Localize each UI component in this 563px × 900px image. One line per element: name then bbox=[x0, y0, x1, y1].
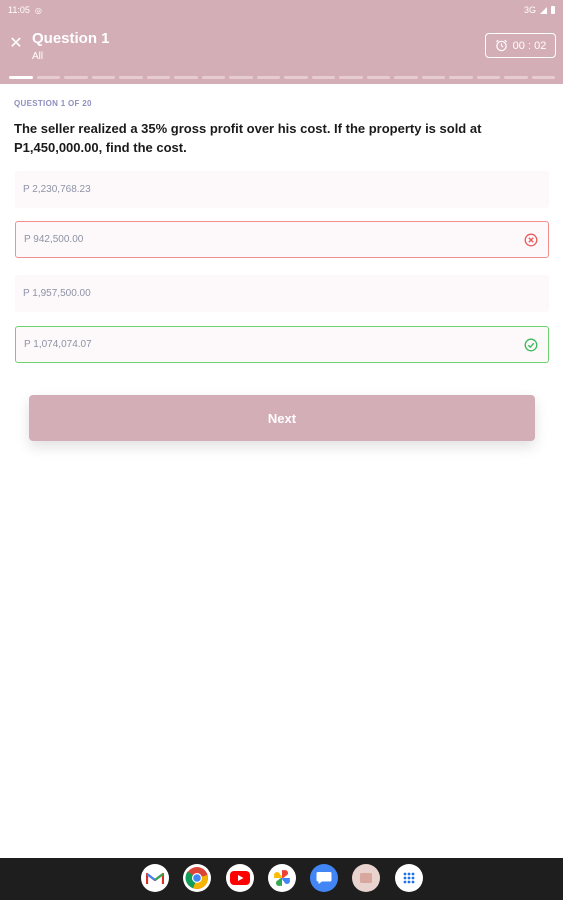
progress-segment bbox=[256, 76, 280, 79]
gmail-icon[interactable] bbox=[141, 864, 169, 892]
answer-option-label: P 942,500.00 bbox=[24, 234, 84, 245]
progress-segment bbox=[476, 76, 500, 79]
answer-option-1[interactable]: P 2,230,768.23 bbox=[15, 171, 549, 208]
system-dock bbox=[0, 858, 563, 900]
youtube-icon[interactable] bbox=[226, 864, 254, 892]
progress-segment bbox=[504, 76, 528, 79]
progress-segment bbox=[284, 76, 308, 79]
page-title: Question 1 bbox=[32, 30, 110, 47]
signal-icon bbox=[540, 6, 547, 14]
answer-option-3[interactable]: P 1,957,500.00 bbox=[15, 275, 549, 312]
messages-icon[interactable] bbox=[310, 864, 338, 892]
progress-segment bbox=[229, 76, 253, 79]
notification-icon: ◎ bbox=[34, 5, 42, 15]
progress-segment bbox=[449, 76, 473, 79]
battery-icon bbox=[551, 6, 555, 14]
answer-option-2[interactable]: P 942,500.00 bbox=[15, 221, 549, 258]
status-time: 11:05 bbox=[8, 5, 30, 15]
progress-segment bbox=[174, 76, 198, 79]
app-bar: ✕ Question 1 All 00 : 02 bbox=[0, 20, 563, 84]
question-text: The seller realized a 35% gross profit o… bbox=[14, 121, 482, 155]
progress-segment bbox=[366, 76, 390, 79]
progress-segment bbox=[91, 76, 115, 79]
close-icon[interactable]: ✕ bbox=[8, 35, 24, 53]
progress-segment bbox=[394, 76, 418, 79]
chrome-icon[interactable] bbox=[183, 864, 211, 892]
next-button[interactable]: Next bbox=[29, 395, 535, 441]
answer-option-label: P 1,957,500.00 bbox=[23, 288, 91, 299]
progress-segment bbox=[9, 76, 33, 79]
progress-segment bbox=[119, 76, 143, 79]
progress-segment bbox=[201, 76, 225, 79]
correct-answer-icon bbox=[524, 338, 538, 352]
alarm-clock-icon bbox=[495, 39, 508, 52]
network-type: 3G bbox=[523, 5, 536, 15]
files-icon[interactable] bbox=[352, 864, 380, 892]
answer-option-label: P 2,230,768.23 bbox=[23, 184, 91, 195]
answer-option-4[interactable]: P 1,074,074.07 bbox=[15, 326, 549, 363]
progress-segment bbox=[64, 76, 88, 79]
photos-icon[interactable] bbox=[268, 864, 296, 892]
timer-value: 00 : 02 bbox=[512, 39, 547, 52]
app-drawer-icon[interactable] bbox=[395, 864, 423, 892]
progress-segment bbox=[421, 76, 445, 79]
progress-segment bbox=[146, 76, 170, 79]
progress-segment bbox=[531, 76, 555, 79]
page-subtitle: All bbox=[32, 51, 44, 62]
question-counter: QUESTION 1 OF 20 bbox=[14, 99, 92, 108]
progress-segment bbox=[339, 76, 363, 79]
timer-badge: 00 : 02 bbox=[485, 33, 556, 58]
wrong-answer-icon bbox=[524, 233, 538, 247]
progress-segment bbox=[311, 76, 335, 79]
progress-segment bbox=[36, 76, 60, 79]
status-bar: 11:05 ◎ 3G bbox=[0, 0, 563, 20]
question-progress-bar bbox=[9, 76, 555, 79]
answer-option-label: P 1,074,074.07 bbox=[24, 339, 92, 350]
